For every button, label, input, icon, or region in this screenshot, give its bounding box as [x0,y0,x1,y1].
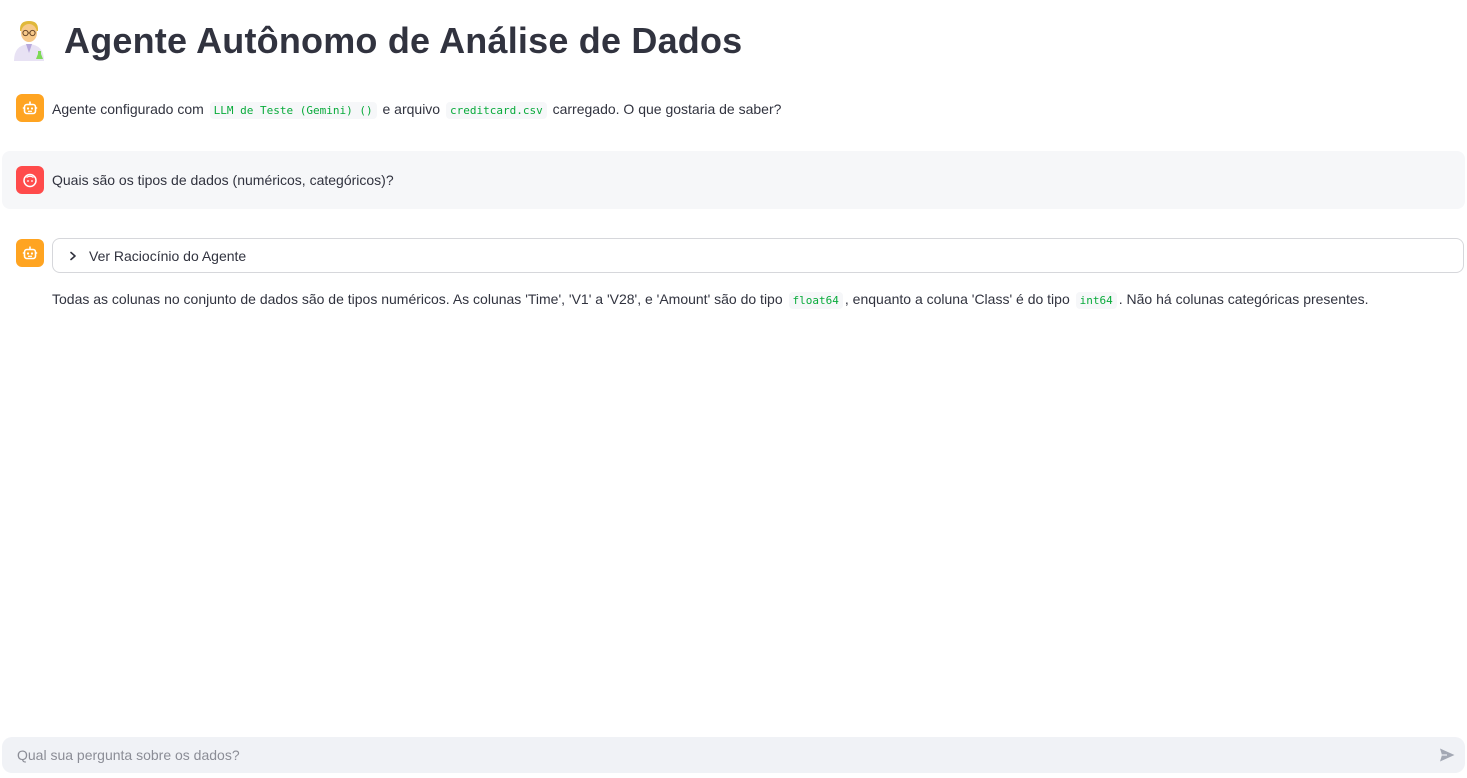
page-header: Agente Autônomo de Análise de Dados [10,16,742,66]
scientist-emoji-icon [10,19,48,63]
inline-code: creditcard.csv [445,102,547,119]
robot-icon [16,94,44,122]
chat-message-user: Quais são os tipos de dados (numéricos, … [2,151,1465,209]
send-button[interactable] [1429,737,1465,773]
message-text: e arquivo [382,101,441,117]
message-content: Todas as colunas no conjunto de dados sã… [52,289,1369,311]
message-text: , enquanto a coluna 'Class' é do tipo [844,291,1070,307]
message-text: . Não há colunas categóricas presentes. [1118,291,1369,307]
chat-message-assistant: Agente configurado com LLM de Teste (Gem… [2,92,1465,124]
message-content: Agente configurado com LLM de Teste (Gem… [52,99,781,121]
chat-input-bar [2,736,1465,774]
chevron-right-icon [67,250,79,262]
inline-code: int64 [1075,292,1117,309]
message-text: Agente configurado com [52,101,204,117]
robot-icon [16,239,44,267]
send-icon [1438,746,1456,764]
inline-code: float64 [788,292,843,309]
reasoning-expander[interactable]: Ver Raciocínio do Agente [52,238,1464,273]
chat-message-assistant [2,237,44,267]
app-main: Agente Autônomo de Análise de Dados Agen… [0,0,1467,778]
message-text: Quais são os tipos de dados (numéricos, … [52,172,394,188]
message-text: carregado. O que gostaria de saber? [552,101,782,117]
expander-label: Ver Raciocínio do Agente [89,247,247,264]
inline-code: LLM de Teste (Gemini) () [209,102,377,119]
chat-input[interactable] [2,736,1429,774]
page-title: Agente Autônomo de Análise de Dados [64,20,743,61]
message-text: Todas as colunas no conjunto de dados sã… [52,291,783,307]
face-icon [16,166,44,194]
